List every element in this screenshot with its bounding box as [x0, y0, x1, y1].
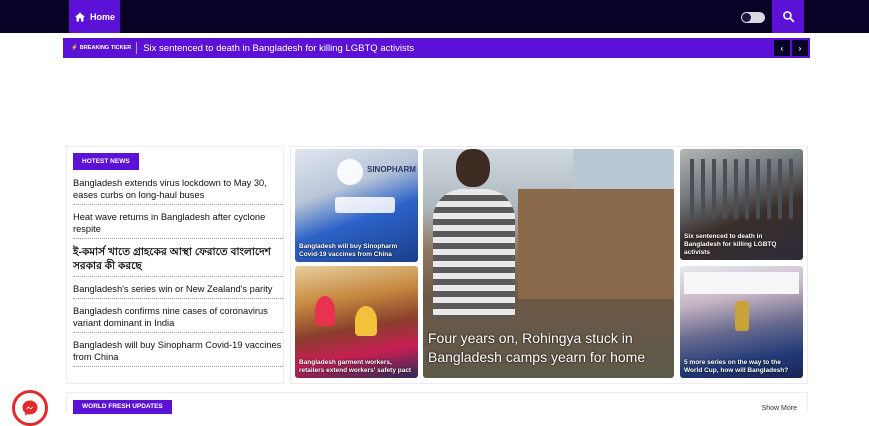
hot-news-item[interactable]: Bangladesh will buy Sinopharm Covid-19 v…: [73, 338, 283, 367]
man-head: [456, 149, 490, 187]
trophy: [735, 301, 749, 331]
show-more-link[interactable]: Show More: [762, 405, 797, 412]
hot-news-item[interactable]: Bangladesh confirms nine cases of corona…: [73, 304, 283, 333]
home-label: Home: [89, 11, 115, 22]
sponsor-banner: [684, 272, 799, 294]
featured-card-verdict[interactable]: Six sentenced to death in Bangladesh for…: [680, 149, 803, 260]
home-nav-button[interactable]: Home: [69, 0, 120, 33]
messenger-glyph: [22, 400, 38, 416]
featured-caption: Bangladesh will buy Sinopharm Covid-19 v…: [299, 243, 398, 258]
featured-card-garment[interactable]: Bangladesh garment workers, retailers ex…: [295, 266, 418, 378]
sinopharm-text: SINOPHARM: [367, 165, 416, 174]
worker-figure: [355, 306, 377, 336]
worker-figure: [315, 296, 335, 326]
ticker-label: ⚡ BREAKING TICKER: [63, 45, 136, 51]
hot-news-item[interactable]: Bangladesh extends virus lockdown to May…: [73, 176, 283, 205]
top-navbar: Home: [0, 0, 869, 33]
messenger-icon[interactable]: [12, 390, 48, 426]
world-updates-section: WORLD FRESH UPDATES Show More: [66, 392, 808, 414]
ticker-headline[interactable]: Six sentenced to death in Bangladesh for…: [143, 43, 774, 54]
search-icon: [782, 11, 794, 23]
search-button[interactable]: [772, 0, 804, 33]
bolt-icon: ⚡: [71, 45, 78, 51]
featured-caption: Bangladesh garment workers, retailers ex…: [299, 359, 412, 374]
prison-van-bars: [690, 159, 795, 219]
featured-card-vaccine[interactable]: SINOPHARM Bangladesh will buy Sinopharm …: [295, 149, 418, 262]
hot-news-title: HOTEST NEWS: [73, 153, 139, 170]
ticker-divider: [136, 42, 138, 54]
ticker-nav: ‹ ›: [774, 40, 808, 56]
hot-news-item[interactable]: Heat wave returns in Bangladesh after cy…: [73, 210, 283, 239]
vaccine-vial: [335, 197, 395, 213]
hot-news-list: Bangladesh extends virus lockdown to May…: [73, 176, 283, 372]
theme-toggle[interactable]: [741, 12, 765, 23]
featured-card-cricket[interactable]: 5 more series on the way to the World Cu…: [680, 266, 803, 378]
featured-card-rohingya[interactable]: Four years on, Rohingya stuck in Banglad…: [423, 149, 674, 378]
featured-caption: 5 more series on the way to the World Cu…: [684, 359, 789, 374]
sinopharm-logo: [337, 159, 363, 185]
man-striped-shirt: [433, 189, 515, 319]
featured-main-caption: Four years on, Rohingya stuck in Banglad…: [428, 330, 646, 365]
chevron-right-icon[interactable]: ›: [792, 40, 808, 56]
featured-caption: Six sentenced to death in Bangladesh for…: [684, 233, 777, 256]
ticker-label-text: BREAKING TICKER: [79, 45, 132, 51]
hot-news-panel: HOTEST NEWS Bangladesh extends virus loc…: [66, 146, 284, 384]
hot-news-item[interactable]: Bangladesh's series win or New Zealand's…: [73, 282, 283, 299]
hot-news-item[interactable]: ই-কমার্স খাতে গ্রাহকের আস্থা ফেরাতে বাংল…: [73, 244, 283, 277]
theme-toggle-icon: [742, 13, 751, 22]
breaking-ticker: ⚡ BREAKING TICKER Six sentenced to death…: [63, 38, 810, 58]
chevron-left-icon[interactable]: ‹: [774, 40, 790, 56]
home-icon: [74, 12, 85, 21]
bamboo-shelter: [518, 189, 674, 299]
